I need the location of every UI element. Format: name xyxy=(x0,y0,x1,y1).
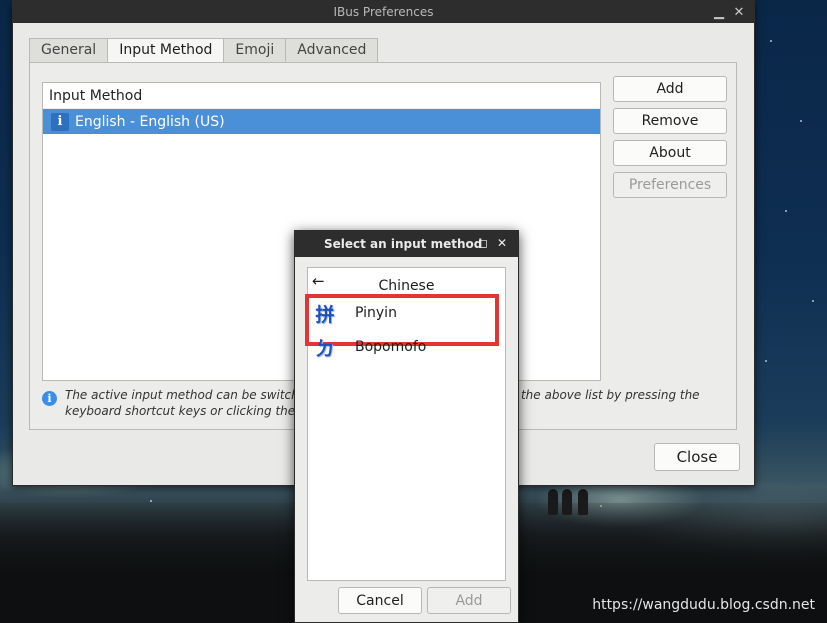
input-method-choices[interactable]: ← Chinese 拼 Pinyin ㄉ Bopomofo xyxy=(305,267,506,581)
preferences-button[interactable]: Preferences xyxy=(613,172,727,198)
remove-button[interactable]: Remove xyxy=(613,108,727,134)
tab-advanced[interactable]: Advanced xyxy=(285,38,379,63)
bopomofo-label: Bopomofo xyxy=(355,339,427,355)
input-method-label: English - English (US) xyxy=(75,113,225,130)
tab-input-method[interactable]: Input Method xyxy=(107,38,224,63)
window-title: IBus Preferences xyxy=(333,5,434,19)
close-dialog-icon[interactable]: ✕ xyxy=(495,236,509,250)
select-input-method-dialog: Select an input method ◻ ✕ ← Chinese 拼 P… xyxy=(294,230,519,623)
minimize-icon[interactable]: ▁ xyxy=(710,3,728,21)
list-header: Input Method xyxy=(43,83,600,109)
pinyin-label: Pinyin xyxy=(355,305,397,321)
info-icon: i xyxy=(51,112,69,131)
watermark-text: https://wangdudu.blog.csdn.net xyxy=(592,597,815,613)
add-button[interactable]: Add xyxy=(613,76,727,102)
tab-emoji[interactable]: Emoji xyxy=(223,38,286,63)
dialog-add-button[interactable]: Add xyxy=(427,587,511,614)
pinyin-icon: 拼 xyxy=(315,303,335,326)
maximize-icon[interactable]: ◻ xyxy=(476,236,490,250)
back-arrow-icon[interactable]: ← xyxy=(312,272,325,290)
window-titlebar[interactable]: IBus Preferences ▁ ✕ xyxy=(13,1,754,23)
dialog-titlebar[interactable]: Select an input method ◻ ✕ xyxy=(295,231,518,257)
bopomofo-icon: ㄉ xyxy=(315,337,335,360)
group-title: Chinese xyxy=(378,278,435,294)
list-item[interactable]: i English - English (US) xyxy=(43,109,600,134)
cancel-button[interactable]: Cancel xyxy=(338,587,422,614)
dialog-title: Select an input method xyxy=(324,237,483,251)
close-button[interactable]: Close xyxy=(654,443,740,471)
info-circle-icon: i xyxy=(42,391,57,406)
tab-bar: General Input Method Emoji Advanced xyxy=(29,38,379,63)
group-header: ← Chinese xyxy=(308,268,505,296)
list-item-pinyin[interactable]: 拼 Pinyin xyxy=(305,294,505,346)
close-window-icon[interactable]: ✕ xyxy=(730,3,748,21)
about-button[interactable]: About xyxy=(613,140,727,166)
tab-general[interactable]: General xyxy=(29,38,108,63)
list-item-bopomofo[interactable]: ㄉ Bopomofo xyxy=(308,330,505,364)
